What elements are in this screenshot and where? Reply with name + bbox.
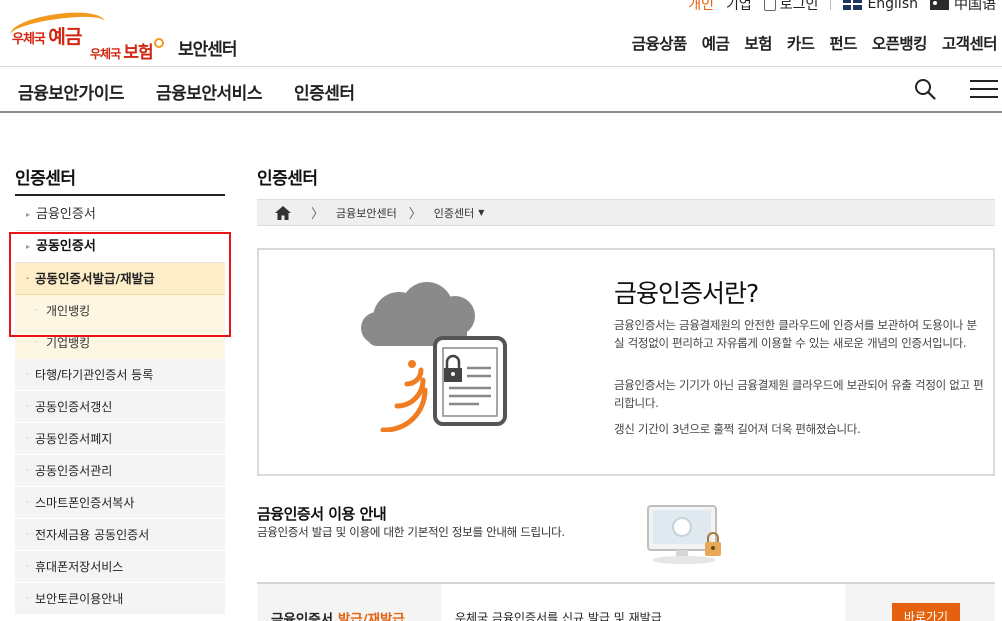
logo-line2-main: 보험 bbox=[123, 43, 153, 63]
sidebar-title: 인증센터 bbox=[15, 169, 76, 189]
sidebar-item-label: 기업뱅킹 bbox=[46, 336, 91, 350]
bullet-icon: · bbox=[26, 434, 29, 443]
chevron-right-icon: 〉 bbox=[311, 207, 325, 222]
sidebar-item-label: 스마트폰인증서복사 bbox=[35, 496, 135, 510]
sidebar-item-renewal[interactable]: · 공동인증서갱신 bbox=[15, 391, 225, 423]
site-logo[interactable]: 우체국 예금 우체국 보험 bbox=[8, 7, 173, 63]
monitor-lock-illustration bbox=[647, 505, 721, 564]
breadcrumb: 〉 금융보안센터 〉 인증센터 ▼ bbox=[257, 199, 995, 226]
english-link[interactable]: English bbox=[843, 0, 918, 12]
main-nav-item[interactable]: 보험 bbox=[744, 32, 772, 54]
sub-nav-item[interactable]: 인증센터 bbox=[294, 79, 355, 104]
uk-flag-icon bbox=[843, 0, 863, 10]
login-link[interactable]: 로그인 bbox=[763, 0, 819, 14]
sidebar-item-revoke[interactable]: · 공동인증서폐지 bbox=[15, 423, 225, 455]
sidebar-item-label: 타행/타기관인증서 등록 bbox=[35, 368, 154, 382]
logo-line2-prefix: 우체국 bbox=[90, 47, 121, 61]
top-utility-links: 개인 기업 로그인 English 中国语 bbox=[676, 0, 996, 14]
hero-title: 금융인증서란? bbox=[614, 279, 759, 308]
main-nav-item[interactable]: 펀드 bbox=[829, 32, 857, 54]
main-nav: 금융상품 예금 보험 카드 펀드 오픈뱅킹 고객센터 bbox=[617, 32, 998, 54]
logo-line1-main: 예금 bbox=[48, 26, 82, 48]
cloud-certificate-illustration bbox=[361, 282, 507, 432]
bullet-icon: · bbox=[26, 530, 29, 539]
sidebar-item-label: 공동인증서폐지 bbox=[35, 432, 113, 446]
hero-paragraph-3: 갱신 기간이 3년으로 훌쩍 길어져 더욱 편해졌습니다. bbox=[614, 422, 861, 436]
info-row-label: 금융인증서 발급/재발급 bbox=[257, 584, 441, 621]
info-row-description: 우체국 금융인증서를 신규 발급 및 재발급 bbox=[455, 611, 662, 621]
go-button[interactable]: 바로가기 bbox=[892, 603, 960, 621]
menu-bar bbox=[970, 80, 998, 82]
chinese-label: 中国语 bbox=[954, 0, 996, 13]
sidebar-item-label: 금융인증서 bbox=[36, 207, 96, 222]
bullet-icon: · bbox=[26, 498, 29, 507]
sidebar-title-underline bbox=[15, 194, 225, 196]
chevron-right-icon: 〉 bbox=[408, 207, 422, 222]
bullet-icon: · bbox=[26, 562, 29, 571]
logo-flower bbox=[154, 38, 164, 48]
sub-nav: 금융보안가이드 금융보안서비스 인증센터 bbox=[18, 79, 387, 104]
sidebar-item-phone-storage[interactable]: · 휴대폰저장서비스 bbox=[15, 551, 225, 583]
home-icon[interactable] bbox=[275, 205, 291, 220]
hero-paragraph-2: 금융인증서는 기기가 아닌 금융결제원 클라우드에 보관되어 유출 걱정이 없고… bbox=[614, 378, 984, 410]
sidebar-item-e-tax-cert[interactable]: · 전자세금용 공동인증서 bbox=[15, 519, 225, 551]
bullet-icon: · bbox=[26, 594, 29, 603]
sidebar-item-security-token[interactable]: · 보안토큰이용안내 bbox=[15, 583, 225, 615]
bullet-icon: · bbox=[26, 370, 29, 379]
sidebar-item-other-bank-register[interactable]: · 타행/타기관인증서 등록 bbox=[15, 359, 225, 391]
sidebar-item-label: 공동인증서관리 bbox=[35, 464, 113, 478]
info-label-highlight: 발급/재발급 bbox=[337, 612, 405, 621]
header-divider bbox=[0, 66, 1002, 67]
logo-line1: 우체국 예금 bbox=[12, 22, 82, 49]
info-label-prefix: 금융인증서 bbox=[271, 612, 334, 621]
caret-down-icon[interactable]: ▼ bbox=[478, 208, 484, 217]
main-nav-item[interactable]: 예금 bbox=[702, 32, 730, 54]
menu-bar bbox=[970, 88, 998, 90]
sidebar-item-manage[interactable]: · 공동인증서관리 bbox=[15, 455, 225, 487]
divider bbox=[830, 0, 832, 10]
english-label: English bbox=[867, 0, 918, 12]
bullet-icon: ▸ bbox=[26, 210, 31, 219]
main-nav-item[interactable]: 카드 bbox=[787, 32, 815, 54]
info-row-issue: 금융인증서 발급/재발급 우체국 금융인증서를 신규 발급 및 재발급 바로가기 bbox=[257, 584, 995, 621]
sub-nav-item[interactable]: 금융보안가이드 bbox=[18, 79, 124, 104]
breadcrumb-item[interactable]: 금융보안센터 bbox=[336, 205, 397, 221]
sub-nav-item[interactable]: 금융보안서비스 bbox=[156, 79, 262, 104]
guide-title: 금융인증서 이용 안내 bbox=[257, 505, 387, 523]
lock-icon bbox=[763, 0, 776, 11]
chinese-link[interactable]: 中国语 bbox=[930, 0, 996, 14]
main-nav-item[interactable]: 오픈뱅킹 bbox=[872, 32, 928, 54]
guide-description: 금융인증서 발급 및 이용에 대한 기본적인 정보를 안내해 드립니다. bbox=[257, 525, 565, 539]
personal-link[interactable]: 개인 bbox=[688, 0, 714, 14]
info-row-action: 바로가기 bbox=[845, 584, 995, 621]
site-name[interactable]: 보안센터 bbox=[178, 35, 238, 60]
page-title: 인증센터 bbox=[257, 169, 318, 189]
sidebar-item-financial-cert[interactable]: ▸ 금융인증서 bbox=[15, 199, 225, 231]
login-label: 로그인 bbox=[779, 0, 819, 13]
sidebar-item-label: 전자세금용 공동인증서 bbox=[35, 528, 150, 542]
china-flag-icon bbox=[930, 0, 949, 10]
search-icon[interactable] bbox=[914, 78, 936, 100]
breadcrumb-current[interactable]: 인증센터 bbox=[434, 205, 474, 221]
hero-panel: 금융인증서란? 금융인증서는 금융결제원의 안전한 클라우드에 인증서를 보관하… bbox=[257, 248, 995, 476]
main-nav-item[interactable]: 금융상품 bbox=[632, 32, 688, 54]
bullet-icon: · bbox=[26, 402, 29, 411]
menu-icon[interactable] bbox=[970, 80, 998, 98]
sidebar-item-label: 휴대폰저장서비스 bbox=[35, 560, 124, 574]
business-link[interactable]: 기업 bbox=[726, 0, 752, 14]
sidebar-item-label: 보안토큰이용안내 bbox=[35, 592, 124, 606]
sidebar-item-smartphone-copy[interactable]: · 스마트폰인증서복사 bbox=[15, 487, 225, 519]
logo-line2: 우체국 보험 bbox=[90, 38, 154, 63]
nav-divider bbox=[0, 111, 1002, 113]
highlight-box bbox=[9, 232, 231, 337]
hero-paragraph-1: 금융인증서는 금융결제원의 안전한 클라우드에 인증서를 보관하여 도용이나 분… bbox=[614, 318, 977, 350]
sidebar-item-label: 공동인증서갱신 bbox=[35, 400, 113, 414]
logo-line1-prefix: 우체국 bbox=[12, 32, 46, 47]
menu-bar bbox=[970, 96, 998, 98]
main-nav-item[interactable]: 고객센터 bbox=[942, 32, 998, 54]
bullet-icon: · bbox=[26, 466, 29, 475]
